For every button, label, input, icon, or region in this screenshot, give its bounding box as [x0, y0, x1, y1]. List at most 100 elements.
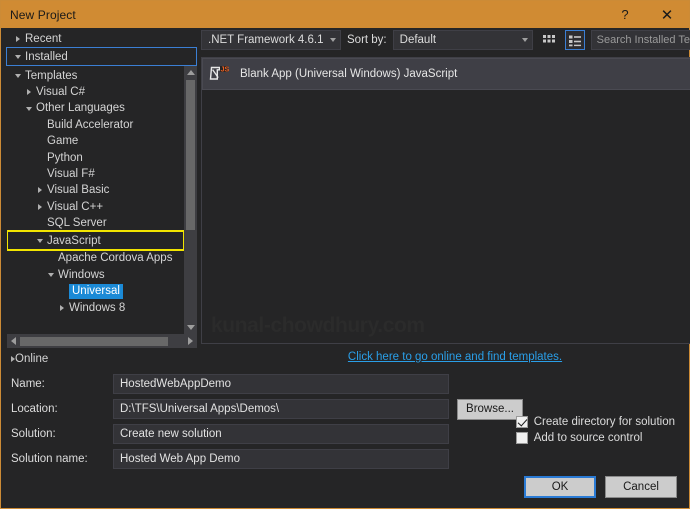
tree-node-label: Windows 8 — [69, 301, 126, 314]
location-label: Location: — [11, 403, 58, 415]
template-tree-panel: Recent Installed Templates Visual C# Other… — [1, 28, 197, 370]
tree-node-visual-f[interactable]: Visual F# — [7, 166, 184, 182]
title-bar: New Project ? ✕ — [1, 1, 689, 28]
chevron-down-icon — [330, 38, 336, 42]
go-online-link[interactable]: Click here to go online and find templat… — [201, 344, 690, 370]
chevron-down-icon[interactable] — [22, 106, 35, 111]
framework-dropdown[interactable]: .NET Framework 4.6.1 — [201, 30, 341, 50]
chevron-right-icon[interactable] — [22, 88, 35, 95]
tree-node-visual-c[interactable]: Visual C# — [7, 84, 184, 100]
window-title: New Project — [10, 7, 76, 22]
solution-value: Create new solution — [120, 428, 222, 440]
tree-node-label: Visual Basic — [47, 184, 110, 197]
browse-button[interactable]: Browse... — [457, 398, 523, 420]
tree-node-label: Visual F# — [47, 167, 95, 180]
tree-root-nodes: Recent Installed — [6, 31, 197, 67]
tree-node-build-accelerator[interactable]: Build Accelerator — [7, 117, 184, 133]
tree-node-game[interactable]: Game — [7, 133, 184, 149]
scroll-thumb-horizontal[interactable] — [20, 336, 168, 346]
scroll-down-button[interactable] — [184, 321, 197, 334]
tree-node-apache-cordova-apps[interactable]: Apache Cordova Apps — [7, 250, 184, 266]
solution-label: Solution: — [11, 428, 56, 440]
solution-dropdown[interactable]: Create new solution — [113, 424, 449, 444]
chevron-right-icon[interactable] — [33, 203, 46, 210]
scroll-right-button[interactable] — [184, 337, 197, 345]
project-settings-form: Name: HostedWebAppDemo Location: D:\TFS\… — [1, 370, 689, 508]
tree-horizontal-scrollbar[interactable] — [7, 334, 197, 348]
tree-node-installed[interactable]: Installed — [6, 47, 197, 67]
sort-by-value: Default — [399, 34, 437, 46]
tree-node-label: Apache Cordova Apps — [58, 252, 173, 265]
grid-view-icon[interactable] — [539, 30, 559, 50]
checkbox-box-icon[interactable] — [515, 432, 528, 444]
chevron-right-icon[interactable] — [55, 304, 68, 311]
tree-node-label: Visual C# — [36, 85, 86, 98]
name-label: Name: — [11, 378, 45, 390]
chevron-down-icon[interactable] — [44, 272, 57, 278]
tree-node-label: Templates — [25, 69, 78, 82]
tree-node-recent[interactable]: Recent — [7, 31, 197, 47]
tree-node-label: Universal — [69, 284, 123, 300]
tree-node-windows-8[interactable]: Windows 8 — [7, 299, 184, 315]
template-results-list[interactable]: JS Blank App (Universal Windows) JavaScr… — [201, 57, 690, 344]
tree-node-visual-basic[interactable]: Visual Basic — [7, 182, 184, 198]
tree-node-label: Build Accelerator — [47, 118, 134, 131]
tree-node-label: Visual C++ — [47, 200, 104, 213]
watermark-text: kunal-chowdhury.com — [211, 314, 425, 337]
close-button[interactable]: ✕ — [645, 1, 689, 28]
tree-node-label: Online — [15, 353, 49, 365]
chevron-down-icon[interactable] — [11, 54, 24, 60]
chevron-right-icon[interactable] — [33, 187, 46, 194]
tree-node-label: JavaScript — [47, 234, 101, 247]
solution-name-input[interactable]: Hosted Web App Demo — [113, 449, 449, 469]
js-blank-app-icon: JS — [208, 62, 232, 86]
solution-name-value: Hosted Web App Demo — [120, 453, 240, 465]
tree-node-label: SQL Server — [47, 217, 107, 230]
list-view-icon[interactable] — [564, 30, 585, 50]
solution-name-label: Solution name: — [11, 453, 88, 465]
scroll-left-button[interactable] — [7, 337, 20, 345]
checkbox-label: Add to source control — [533, 432, 643, 444]
ok-button[interactable]: OK — [524, 476, 596, 498]
tree-node-online[interactable]: Online — [7, 348, 197, 370]
tree-node-other-languages[interactable]: Other Languages — [7, 100, 184, 116]
chevron-right-icon[interactable] — [11, 36, 24, 43]
tree-node-javascript[interactable]: JavaScript — [7, 230, 184, 252]
scroll-thumb[interactable] — [186, 80, 195, 231]
chevron-down-icon — [521, 38, 528, 42]
dialog-body: Recent Installed Templates Visual C# Other… — [1, 28, 690, 508]
chevron-down-icon[interactable] — [11, 73, 24, 79]
location-input[interactable]: D:\TFS\Universal Apps\Demos\ — [113, 399, 449, 419]
tree-node-label: Other Languages — [36, 102, 125, 115]
name-input[interactable]: HostedWebAppDemo — [113, 374, 449, 394]
checkbox-label: Create directory for solution — [533, 416, 675, 428]
template-toolbar: .NET Framework 4.6.1 Sort by: Default Se… — [201, 28, 690, 52]
help-button[interactable]: ? — [605, 1, 645, 28]
search-placeholder: Search Installed Te — [596, 34, 690, 46]
svg-text:JS: JS — [221, 66, 230, 73]
tree-node-python[interactable]: Python — [7, 149, 184, 165]
tree-node-windows[interactable]: Windows — [7, 267, 184, 283]
tree-node-label: Windows — [58, 268, 105, 281]
checkbox-add-to-source-control[interactable]: Add to source control — [515, 432, 675, 444]
checkbox-create-directory[interactable]: Create directory for solution — [515, 416, 675, 428]
scroll-up-button[interactable] — [184, 66, 197, 79]
tree-node-label: Game — [47, 135, 79, 148]
checkbox-box-icon[interactable] — [515, 416, 528, 428]
form-row-name: Name: HostedWebAppDemo — [11, 373, 689, 395]
new-project-dialog: New Project ? ✕ Recent Installed Templat… — [0, 0, 690, 509]
name-value: HostedWebAppDemo — [120, 378, 232, 390]
tree-node-label: Universal — [68, 284, 123, 300]
chevron-down-icon[interactable] — [33, 238, 46, 244]
tree-vertical-scrollbar[interactable] — [184, 66, 197, 334]
dialog-footer: OK Cancel — [524, 476, 677, 498]
template-item-blank-app[interactable]: JS Blank App (Universal Windows) JavaScr… — [202, 58, 690, 90]
tree-node-visual-c[interactable]: Visual C++ — [7, 199, 184, 215]
tree-node-label: Python — [47, 151, 83, 164]
cancel-button[interactable]: Cancel — [605, 476, 677, 498]
search-input[interactable]: Search Installed Te — [590, 30, 690, 50]
tree-node-sql-server[interactable]: SQL Server — [7, 215, 184, 231]
tree-node-templates[interactable]: Templates — [7, 67, 184, 83]
sort-by-dropdown[interactable]: Default — [392, 30, 533, 50]
tree-node-universal[interactable]: Universal — [7, 283, 184, 300]
